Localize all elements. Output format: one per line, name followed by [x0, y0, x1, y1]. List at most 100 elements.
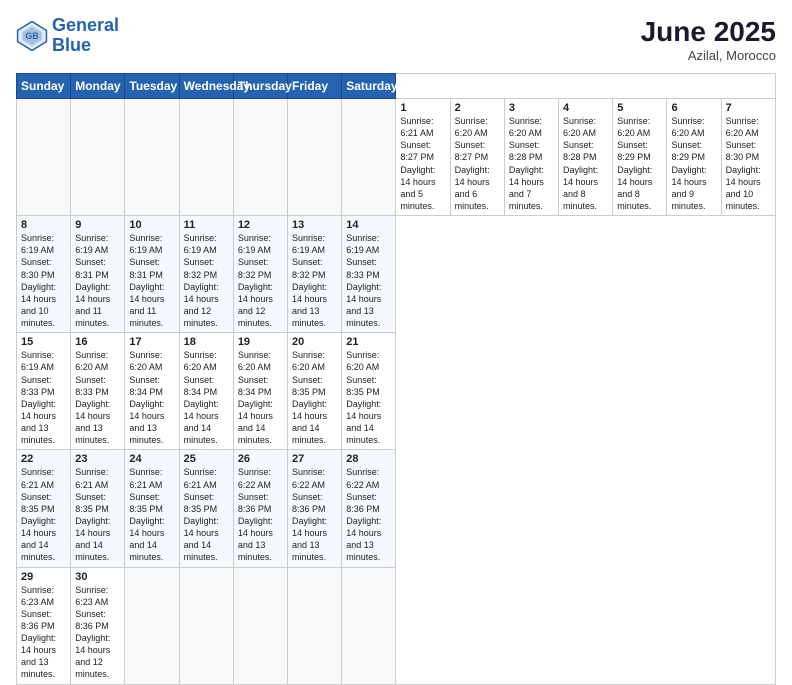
logo-line1: General: [52, 15, 119, 35]
day-number: 20: [292, 336, 337, 348]
table-row: [179, 99, 233, 216]
cell-info: Sunrise: 6:21 AMSunset: 8:27 PMDaylight:…: [400, 115, 445, 212]
logo-icon: GB: [16, 20, 48, 52]
table-row: [125, 99, 179, 216]
cell-info: Sunrise: 6:20 AMSunset: 8:35 PMDaylight:…: [292, 349, 337, 446]
table-row: [125, 567, 179, 684]
table-row: [179, 567, 233, 684]
location: Azilal, Morocco: [641, 48, 776, 63]
table-row: 1Sunrise: 6:21 AMSunset: 8:27 PMDaylight…: [396, 99, 450, 216]
table-row: [288, 567, 342, 684]
logo: GB General Blue: [16, 16, 119, 56]
header-row: Sunday Monday Tuesday Wednesday Thursday…: [17, 74, 776, 99]
title-block: June 2025 Azilal, Morocco: [641, 16, 776, 63]
day-number: 16: [75, 336, 120, 348]
page: GB General Blue June 2025 Azilal, Morocc…: [0, 0, 792, 612]
day-number: 21: [346, 336, 391, 348]
col-wednesday: Wednesday: [179, 74, 233, 99]
day-number: 18: [184, 336, 229, 348]
cell-info: Sunrise: 6:21 AMSunset: 8:35 PMDaylight:…: [129, 466, 174, 563]
day-number: 5: [617, 102, 662, 114]
table-row: 7Sunrise: 6:20 AMSunset: 8:30 PMDaylight…: [721, 99, 775, 216]
calendar-week-1: 1Sunrise: 6:21 AMSunset: 8:27 PMDaylight…: [17, 99, 776, 216]
table-row: 2Sunrise: 6:20 AMSunset: 8:27 PMDaylight…: [450, 99, 504, 216]
day-number: 11: [184, 219, 229, 231]
table-row: 30Sunrise: 6:23 AMSunset: 8:36 PMDayligh…: [71, 567, 125, 684]
table-row: 13Sunrise: 6:19 AMSunset: 8:32 PMDayligh…: [288, 216, 342, 333]
calendar-week-2: 8Sunrise: 6:19 AMSunset: 8:30 PMDaylight…: [17, 216, 776, 333]
table-row: 17Sunrise: 6:20 AMSunset: 8:34 PMDayligh…: [125, 333, 179, 450]
day-number: 23: [75, 453, 120, 465]
day-number: 2: [455, 102, 500, 114]
cell-info: Sunrise: 6:19 AMSunset: 8:33 PMDaylight:…: [21, 349, 66, 446]
table-row: [288, 99, 342, 216]
table-row: 4Sunrise: 6:20 AMSunset: 8:28 PMDaylight…: [559, 99, 613, 216]
cell-info: Sunrise: 6:20 AMSunset: 8:34 PMDaylight:…: [184, 349, 229, 446]
day-number: 25: [184, 453, 229, 465]
day-number: 29: [21, 571, 66, 583]
day-number: 19: [238, 336, 283, 348]
cell-info: Sunrise: 6:20 AMSunset: 8:34 PMDaylight:…: [129, 349, 174, 446]
calendar-body: 1Sunrise: 6:21 AMSunset: 8:27 PMDaylight…: [17, 99, 776, 685]
day-number: 3: [509, 102, 554, 114]
table-row: 11Sunrise: 6:19 AMSunset: 8:32 PMDayligh…: [179, 216, 233, 333]
day-number: 27: [292, 453, 337, 465]
day-number: 1: [400, 102, 445, 114]
table-row: 15Sunrise: 6:19 AMSunset: 8:33 PMDayligh…: [17, 333, 71, 450]
cell-info: Sunrise: 6:20 AMSunset: 8:33 PMDaylight:…: [75, 349, 120, 446]
day-number: 12: [238, 219, 283, 231]
day-number: 17: [129, 336, 174, 348]
table-row: [233, 99, 287, 216]
day-number: 22: [21, 453, 66, 465]
table-row: 10Sunrise: 6:19 AMSunset: 8:31 PMDayligh…: [125, 216, 179, 333]
cell-info: Sunrise: 6:22 AMSunset: 8:36 PMDaylight:…: [238, 466, 283, 563]
col-monday: Monday: [71, 74, 125, 99]
cell-info: Sunrise: 6:23 AMSunset: 8:36 PMDaylight:…: [21, 584, 66, 681]
table-row: 12Sunrise: 6:19 AMSunset: 8:32 PMDayligh…: [233, 216, 287, 333]
table-row: 21Sunrise: 6:20 AMSunset: 8:35 PMDayligh…: [342, 333, 396, 450]
table-row: 26Sunrise: 6:22 AMSunset: 8:36 PMDayligh…: [233, 450, 287, 567]
table-row: 28Sunrise: 6:22 AMSunset: 8:36 PMDayligh…: [342, 450, 396, 567]
table-row: 9Sunrise: 6:19 AMSunset: 8:31 PMDaylight…: [71, 216, 125, 333]
logo-line2: Blue: [52, 35, 91, 55]
cell-info: Sunrise: 6:20 AMSunset: 8:28 PMDaylight:…: [509, 115, 554, 212]
logo-text: General Blue: [52, 16, 119, 56]
day-number: 14: [346, 219, 391, 231]
table-row: 18Sunrise: 6:20 AMSunset: 8:34 PMDayligh…: [179, 333, 233, 450]
table-row: 8Sunrise: 6:19 AMSunset: 8:30 PMDaylight…: [17, 216, 71, 333]
calendar-week-3: 15Sunrise: 6:19 AMSunset: 8:33 PMDayligh…: [17, 333, 776, 450]
day-number: 26: [238, 453, 283, 465]
cell-info: Sunrise: 6:19 AMSunset: 8:33 PMDaylight:…: [346, 232, 391, 329]
table-row: [71, 99, 125, 216]
table-row: [342, 567, 396, 684]
table-row: 27Sunrise: 6:22 AMSunset: 8:36 PMDayligh…: [288, 450, 342, 567]
day-number: 28: [346, 453, 391, 465]
calendar-table: Sunday Monday Tuesday Wednesday Thursday…: [16, 73, 776, 685]
cell-info: Sunrise: 6:19 AMSunset: 8:31 PMDaylight:…: [129, 232, 174, 329]
cell-info: Sunrise: 6:19 AMSunset: 8:32 PMDaylight:…: [292, 232, 337, 329]
cell-info: Sunrise: 6:19 AMSunset: 8:32 PMDaylight:…: [238, 232, 283, 329]
day-number: 30: [75, 571, 120, 583]
header: GB General Blue June 2025 Azilal, Morocc…: [16, 16, 776, 63]
day-number: 8: [21, 219, 66, 231]
table-row: 5Sunrise: 6:20 AMSunset: 8:29 PMDaylight…: [613, 99, 667, 216]
col-saturday: Saturday: [342, 74, 396, 99]
table-row: 24Sunrise: 6:21 AMSunset: 8:35 PMDayligh…: [125, 450, 179, 567]
cell-info: Sunrise: 6:22 AMSunset: 8:36 PMDaylight:…: [292, 466, 337, 563]
cell-info: Sunrise: 6:20 AMSunset: 8:29 PMDaylight:…: [671, 115, 716, 212]
day-number: 13: [292, 219, 337, 231]
col-friday: Friday: [288, 74, 342, 99]
table-row: 3Sunrise: 6:20 AMSunset: 8:28 PMDaylight…: [504, 99, 558, 216]
table-row: 14Sunrise: 6:19 AMSunset: 8:33 PMDayligh…: [342, 216, 396, 333]
table-row: 19Sunrise: 6:20 AMSunset: 8:34 PMDayligh…: [233, 333, 287, 450]
table-row: 20Sunrise: 6:20 AMSunset: 8:35 PMDayligh…: [288, 333, 342, 450]
calendar-week-4: 22 Sunrise: 6:21 AMSunset: 8:35 PMDayligh…: [17, 450, 776, 567]
cell-info: Sunrise: 6:21 AMSunset: 8:35 PMDaylight:…: [75, 466, 120, 563]
table-row: [17, 99, 71, 216]
day-number: 9: [75, 219, 120, 231]
calendar-week-5: 29Sunrise: 6:23 AMSunset: 8:36 PMDayligh…: [17, 567, 776, 684]
cell-info: Sunrise: 6:23 AMSunset: 8:36 PMDaylight:…: [75, 584, 120, 681]
cell-info: Sunrise: 6:20 AMSunset: 8:29 PMDaylight:…: [617, 115, 662, 212]
table-row: [342, 99, 396, 216]
col-thursday: Thursday: [233, 74, 287, 99]
